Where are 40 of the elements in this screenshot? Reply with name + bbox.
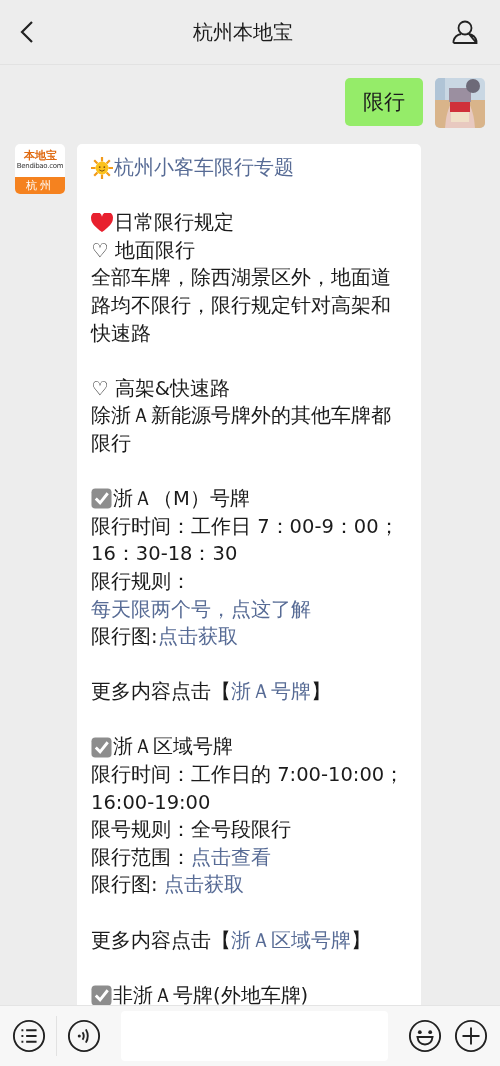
message-link[interactable]: 浙Ａ区域号牌 <box>231 928 351 952</box>
message-link[interactable]: 点击获取 <box>163 873 244 897</box>
message-text: ♡ 地面限行 <box>91 237 196 264</box>
plate-heading: 浙Ａ（M）号牌 <box>113 486 250 513</box>
topic-title[interactable]: 杭州小客车限行专题 <box>114 154 294 182</box>
back-icon[interactable] <box>20 20 34 44</box>
bracket-text: 】 <box>311 680 331 704</box>
field-label: 限行图: <box>91 625 158 649</box>
field-label: 限行规则： <box>91 569 191 593</box>
menu-icon[interactable] <box>12 1019 46 1053</box>
plate-heading: 浙Ａ区域号牌 <box>113 734 233 761</box>
check-icon <box>91 736 112 758</box>
plate-heading: 非浙Ａ号牌(外地车牌) <box>113 982 309 1005</box>
more-label: 更多内容点击【 <box>91 928 231 952</box>
field-label: 限行范围： <box>91 845 191 869</box>
message-link[interactable]: 每天限两个号，点这了解 <box>91 597 311 621</box>
sent-message: 限行 <box>345 78 423 126</box>
heart-icon <box>91 213 113 233</box>
check-icon <box>91 488 112 510</box>
section-heading: 日常限行规定 <box>114 210 234 237</box>
logo-city: 杭州 <box>15 177 65 194</box>
plus-icon[interactable] <box>454 1019 488 1053</box>
message-text: 限行时间：工作日的 7:00-10:00；16:00-19:00 <box>91 762 406 816</box>
sun-icon <box>91 156 113 179</box>
message-text: 除浙Ａ新能源号牌外的其他车牌都限行 <box>91 403 392 457</box>
message-link[interactable]: 浙Ａ号牌 <box>231 680 311 704</box>
bracket-text: 】 <box>351 928 371 952</box>
message-text: ♡ 高架&快速路 <box>91 375 231 402</box>
person-icon[interactable] <box>452 20 478 44</box>
message-text: 全部车牌，除西湖景区外，地面道路均不限行，限行规定针对高架和快速路 <box>91 265 392 347</box>
message-link[interactable]: 点击查看 <box>191 845 271 869</box>
message-text: 限号规则：全号段限行 <box>91 817 292 844</box>
logo-name: 本地宝 <box>23 150 57 163</box>
message-text: 限行时间：工作日 7：00-9：00；16：30-18：30 <box>91 513 400 568</box>
message-link[interactable]: 点击获取 <box>157 625 238 649</box>
emoji-icon[interactable] <box>408 1019 442 1053</box>
more-label: 更多内容点击【 <box>91 680 231 704</box>
field-label: 限行图: <box>91 873 159 897</box>
voice-icon[interactable] <box>67 1019 101 1053</box>
chat-title: 杭州本地宝 <box>193 18 293 46</box>
